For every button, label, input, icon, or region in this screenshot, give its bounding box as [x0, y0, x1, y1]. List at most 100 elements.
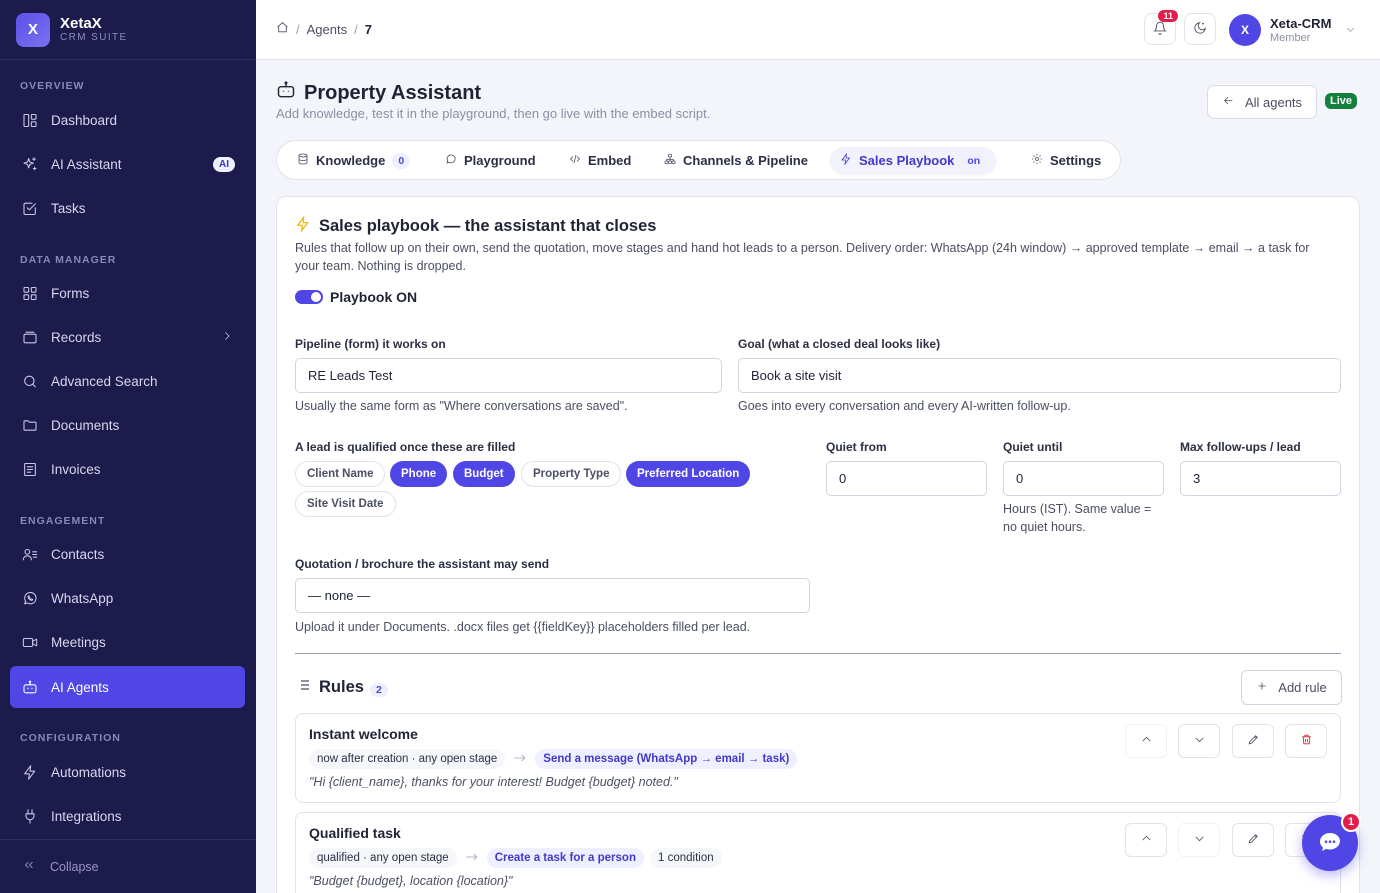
sidebar-item-records[interactable]: Records: [10, 316, 245, 358]
user-menu[interactable]: X Xeta-CRM Member: [1229, 14, 1356, 46]
ai-badge: AI: [213, 156, 235, 172]
chevron-down-icon: [1345, 23, 1356, 38]
qualified-label: A lead is qualified once these are fille…: [295, 440, 516, 454]
delete-rule-button[interactable]: [1285, 724, 1327, 758]
tab-settings[interactable]: Settings: [1021, 147, 1111, 174]
playbook-toggle[interactable]: Playbook ON: [295, 289, 417, 305]
pencil-icon: [1247, 733, 1260, 749]
rule-card[interactable]: Instant welcome now after creation · any…: [295, 713, 1341, 803]
lightning-icon: [840, 152, 859, 168]
field-chip-property-type[interactable]: Property Type: [521, 461, 622, 487]
goal-input[interactable]: Book a site visit: [738, 358, 1341, 393]
field-chip-site-visit-date[interactable]: Site Visit Date: [295, 491, 396, 517]
brand-name: XetaX: [60, 14, 102, 32]
tab-label: Embed: [588, 153, 632, 168]
brand[interactable]: X XetaX CRM SUITE: [0, 0, 256, 60]
quotation-hint: Upload it under Documents. .docx files g…: [295, 620, 751, 634]
rule-trigger: now after creation · any open stage: [309, 749, 506, 769]
tab-channels-pipeline[interactable]: Channels & Pipeline: [654, 147, 818, 174]
sidebar-item-label: Integrations: [51, 808, 122, 824]
sidebar-item-label: WhatsApp: [51, 590, 114, 606]
all-agents-button[interactable]: All agents: [1207, 85, 1317, 119]
rules-title-text: Rules: [319, 678, 364, 696]
lightning-icon: [295, 215, 319, 237]
sidebar-item-label: Records: [51, 329, 102, 345]
section-configuration: CONFIGURATION: [20, 732, 121, 744]
quiet-from-input[interactable]: 0: [826, 461, 987, 496]
user-name: Xeta-CRM: [1270, 15, 1332, 31]
gear-icon: [1031, 153, 1050, 168]
tab-playground[interactable]: Playground: [435, 147, 546, 174]
folder-icon: [22, 417, 38, 433]
sidebar-item-whatsapp[interactable]: WhatsApp: [10, 577, 245, 619]
max-followups-label: Max follow-ups / lead: [1180, 440, 1301, 454]
chevron-down-icon: [1193, 832, 1206, 848]
breadcrumb-agents[interactable]: Agents: [307, 22, 347, 37]
sidebar-item-label: AI Assistant: [51, 156, 122, 172]
sidebar-item-automations[interactable]: Automations: [10, 751, 245, 793]
goal-label: Goal (what a closed deal looks like): [738, 337, 941, 351]
sidebar-item-label: Tasks: [51, 200, 86, 216]
field-chip-budget[interactable]: Budget: [453, 461, 515, 487]
quotation-select[interactable]: — none —: [295, 578, 810, 613]
sidebar-item-tasks[interactable]: Tasks: [10, 187, 245, 229]
sidebar-item-meetings[interactable]: Meetings: [10, 621, 245, 663]
whatsapp-icon: [22, 590, 38, 606]
move-down-button[interactable]: [1178, 724, 1220, 758]
sparkles-icon: [22, 156, 38, 172]
quiet-until-input[interactable]: 0: [1003, 461, 1164, 496]
theme-toggle-button[interactable]: [1184, 13, 1216, 45]
move-down-button[interactable]: [1178, 823, 1220, 857]
edit-rule-button[interactable]: [1232, 823, 1274, 857]
pipeline-select[interactable]: RE Leads Test: [295, 358, 722, 393]
sidebar-item-label: Meetings: [51, 634, 106, 650]
all-agents-label: All agents: [1244, 94, 1303, 110]
sidebar-item-label: Automations: [51, 764, 127, 780]
rule-action: Send a message (WhatsApp → email → task): [535, 749, 798, 769]
home-icon[interactable]: [276, 21, 289, 37]
sidebar-item-invoices[interactable]: Invoices: [10, 448, 245, 490]
tab-sales-playbook[interactable]: Sales Playbook on: [830, 147, 997, 174]
toggle-switch[interactable]: [295, 290, 323, 304]
tab-label: Knowledge: [316, 153, 386, 168]
sidebar-item-dashboard[interactable]: Dashboard: [10, 99, 245, 141]
sidebar-item-label: Contacts: [51, 546, 105, 562]
list-icon: [295, 677, 319, 698]
trash-icon: [1300, 733, 1313, 749]
move-up-button[interactable]: [1125, 823, 1167, 857]
sidebar-item-contacts[interactable]: Contacts: [10, 533, 245, 575]
rule-message-preview: "Hi {client_name}, thanks for your inter…: [309, 775, 678, 789]
chevron-up-icon: [1140, 832, 1153, 848]
code-icon: [569, 153, 588, 168]
rule-card[interactable]: Qualified task qualified · any open stag…: [295, 812, 1341, 893]
plug-icon: [22, 808, 38, 824]
notifications-button[interactable]: 11: [1144, 10, 1178, 45]
quiet-until-label: Quiet until: [1003, 440, 1063, 454]
field-chip-preferred-location[interactable]: Preferred Location: [626, 461, 751, 487]
sidebar-item-forms[interactable]: Forms: [10, 272, 245, 314]
sidebar-item-ai-assistant[interactable]: AI Assistant AI: [10, 143, 245, 185]
database-icon: [297, 153, 316, 168]
search-icon: [22, 373, 38, 389]
rule-name: Qualified task: [309, 825, 401, 841]
move-up-button[interactable]: [1125, 724, 1167, 758]
collapse-button[interactable]: Collapse: [0, 839, 256, 893]
tab-embed[interactable]: Embed: [559, 147, 641, 174]
page-title-text: Property Assistant: [304, 81, 482, 104]
rules-count: 2: [369, 682, 388, 697]
tab-knowledge[interactable]: Knowledge 0: [287, 147, 420, 174]
sidebar-item-ai-agents[interactable]: AI Agents: [10, 666, 245, 708]
dashboard-icon: [22, 112, 38, 128]
edit-rule-button[interactable]: [1232, 724, 1274, 758]
max-followups-input[interactable]: 3: [1180, 461, 1341, 496]
sidebar-item-integrations[interactable]: Integrations: [10, 795, 245, 837]
arrow-right-icon: [513, 753, 527, 766]
sidebar-item-advanced-search[interactable]: Advanced Search: [10, 360, 245, 402]
arrow-right-icon: [465, 852, 479, 865]
chat-unread-count: 1: [1341, 812, 1361, 832]
add-rule-button[interactable]: Add rule: [1241, 670, 1342, 705]
field-chip-client-name[interactable]: Client Name: [295, 461, 386, 487]
field-chip-phone[interactable]: Phone: [390, 461, 448, 487]
tab-count: 0: [392, 152, 411, 169]
sidebar-item-documents[interactable]: Documents: [10, 404, 245, 446]
